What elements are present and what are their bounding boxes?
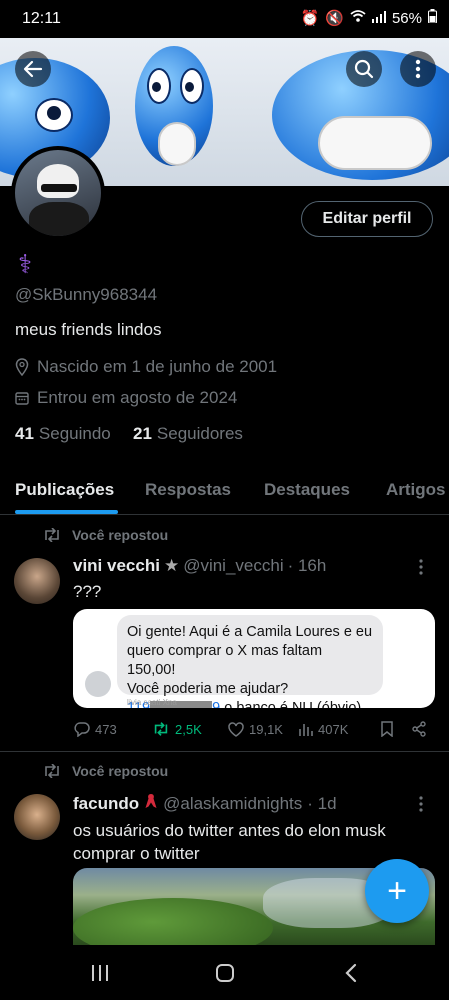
repost-indicator: Você repostou: [42, 763, 168, 779]
more-vertical-icon: [419, 796, 423, 812]
tab-artigos[interactable]: Artigos: [386, 480, 446, 500]
following-count: 41: [15, 424, 34, 443]
back-button[interactable]: [15, 51, 51, 87]
repost-label: Você repostou: [72, 527, 169, 543]
repost-icon: [154, 722, 168, 736]
reply-button[interactable]: 473: [74, 721, 152, 737]
tab-respostas[interactable]: Respostas: [145, 480, 231, 500]
tab-destaques[interactable]: Destaques: [264, 480, 350, 500]
followers-count: 21: [133, 424, 152, 443]
status-bar: 12:11 ⏰ 🔇 56%: [0, 0, 449, 38]
battery-text: 56%: [391, 9, 422, 27]
alarm-icon: ⏰: [300, 10, 320, 27]
profile-joined-row: Entrou em agosto de 2024: [15, 388, 237, 408]
contact-avatar-icon: [85, 671, 111, 697]
tweet-more-button[interactable]: [418, 558, 424, 581]
profile-avatar[interactable]: [11, 146, 105, 240]
status-time: 12:11: [22, 10, 61, 27]
arrow-left-icon: [23, 60, 43, 78]
profile-bio: meus friends lindos: [15, 320, 162, 339]
bookmark-button[interactable]: [381, 721, 411, 737]
repost-icon: [45, 764, 59, 778]
followers-link[interactable]: 21 Seguidores: [133, 424, 243, 444]
more-vertical-icon: [415, 59, 421, 79]
location-pin-icon: [15, 358, 29, 376]
tweet-time: · 1d: [307, 793, 337, 813]
tweet-more-button[interactable]: [418, 795, 424, 818]
home-button[interactable]: [215, 963, 235, 988]
back-nav-button[interactable]: [344, 963, 358, 988]
followers-label: Seguidores: [156, 424, 243, 443]
tweet-avatar[interactable]: [14, 794, 60, 840]
tweet-actions: 473 2,5K 19,1K 407K: [74, 721, 432, 737]
plus-icon: +: [387, 871, 407, 910]
active-tab-indicator: [15, 510, 118, 514]
wifi-icon: [350, 9, 366, 27]
profile-badge-icon: ⚕: [18, 249, 33, 279]
profile-handle: @SkBunny968344: [15, 285, 158, 304]
repost-button[interactable]: 2,5K: [152, 722, 228, 737]
profile-joined: Entrou em agosto de 2024: [37, 388, 238, 407]
edit-profile-button[interactable]: Editar perfil: [301, 201, 433, 237]
repost-label: Você repostou: [72, 763, 169, 779]
tweet-header: facundo @alaskamidnights · 1d: [73, 793, 337, 814]
reply-icon: [74, 722, 90, 737]
tweet-author-handle[interactable]: @alaskamidnights: [163, 794, 302, 814]
calendar-icon: [15, 392, 29, 405]
tweet-avatar[interactable]: [14, 558, 60, 604]
search-button[interactable]: [346, 51, 382, 87]
views-button[interactable]: 407K: [299, 722, 381, 737]
following-label: Seguindo: [38, 424, 111, 443]
tweet-divider: [0, 751, 449, 752]
repost-indicator: Você repostou: [42, 527, 168, 543]
tweet-author-name[interactable]: vini vecchi: [73, 556, 160, 576]
tweet-text: os usuários do twitter antes do elon mus…: [73, 821, 386, 863]
like-button[interactable]: 19,1K: [228, 722, 299, 737]
heart-icon: [228, 721, 244, 737]
more-vertical-icon: [419, 559, 423, 575]
home-icon: [216, 964, 234, 982]
profile-birth-row: Nascido em 1 de junho de 2001: [15, 357, 277, 377]
mute-icon: 🔇: [325, 10, 344, 27]
tweet-header: vini vecchi ★ @vini_vecchi · 16h: [73, 556, 326, 576]
bookmark-icon: [381, 721, 393, 737]
tweet-media-image[interactable]: Oi gente! Aqui é a Camila Loures e eu qu…: [73, 609, 435, 708]
profile-birth: Nascido em 1 de junho de 2001: [37, 357, 278, 376]
profile-tabs: Publicações Respostas Destaques Artigos: [0, 462, 449, 515]
ribbon-icon: [144, 793, 158, 814]
star-icon: ★: [163, 556, 180, 575]
recent-apps-icon: [92, 965, 108, 981]
share-button[interactable]: [411, 721, 427, 737]
repost-icon: [45, 528, 59, 542]
search-icon: [354, 59, 374, 79]
share-icon: [412, 721, 426, 737]
more-button[interactable]: [400, 51, 436, 87]
tweet-author-handle[interactable]: @vini_vecchi: [183, 556, 283, 576]
recent-apps-button[interactable]: [90, 964, 110, 987]
chevron-left-icon: [345, 963, 357, 983]
signal-icon: [371, 10, 386, 27]
tab-publicacoes[interactable]: Publicações: [15, 480, 114, 500]
compose-button[interactable]: +: [365, 859, 429, 923]
battery-icon: [428, 9, 437, 27]
tweet-text: ???: [73, 582, 102, 601]
tweet-time: · 16h: [287, 556, 327, 575]
tweet-author-name[interactable]: facundo: [73, 794, 139, 814]
message-bubble: Oi gente! Aqui é a Camila Loures e eu qu…: [117, 615, 383, 708]
following-link[interactable]: 41 Seguindo: [15, 424, 111, 444]
system-nav-bar: [0, 945, 449, 1000]
views-bar-chart-icon: [299, 724, 313, 736]
